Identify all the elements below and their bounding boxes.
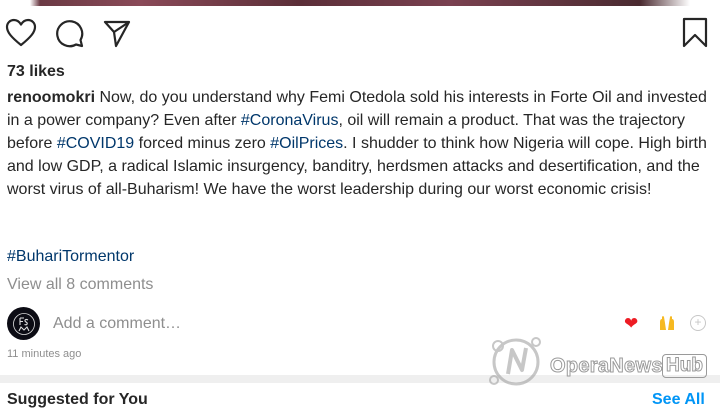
avatar[interactable] xyxy=(7,307,40,340)
post-timestamp: 11 minutes ago xyxy=(7,348,82,360)
like-button[interactable] xyxy=(4,14,38,52)
comment-bubble-icon xyxy=(56,20,84,48)
add-comment-input[interactable]: Add a comment… xyxy=(53,315,181,333)
share-button[interactable] xyxy=(100,14,134,52)
suggested-for-you-heading: Suggested for You xyxy=(7,391,148,408)
hashtag-coronavirus[interactable]: #CoronaVirus xyxy=(241,112,339,129)
save-button[interactable] xyxy=(678,14,712,52)
comment-button[interactable] xyxy=(52,14,86,52)
likes-count[interactable]: 73 likes xyxy=(7,63,65,81)
caption-username[interactable]: renoomokri xyxy=(7,89,95,106)
post-action-bar xyxy=(0,14,720,56)
hashtag-covid19[interactable]: #COVID19 xyxy=(57,135,134,152)
watermark-text: OperaNews xyxy=(550,355,663,378)
view-all-comments-link[interactable]: View all 8 comments xyxy=(7,276,153,294)
monogram-logo-icon xyxy=(12,312,35,335)
heart-outline-icon xyxy=(5,18,37,47)
bookmark-icon xyxy=(682,17,708,48)
watermark-hub-box: Hub xyxy=(662,354,707,378)
add-emoji-icon[interactable]: + xyxy=(690,315,706,331)
post-caption: renoomokri Now, do you understand why Fe… xyxy=(7,86,707,201)
post-image-bottom-edge xyxy=(0,0,720,6)
hashtag-oilprices[interactable]: #OilPrices xyxy=(270,135,343,152)
hashtag-buharitormentor[interactable]: #BuhariTormentor xyxy=(7,248,134,266)
caption-text: forced minus zero xyxy=(134,135,271,152)
paper-plane-icon xyxy=(103,20,131,48)
